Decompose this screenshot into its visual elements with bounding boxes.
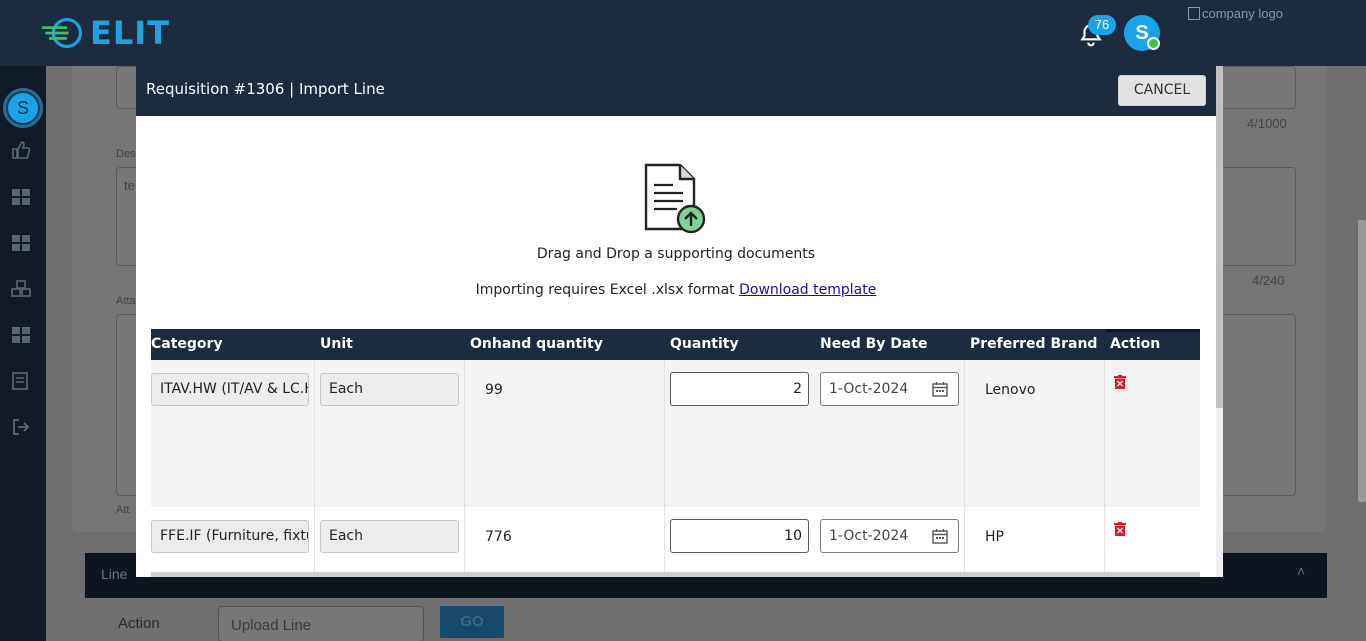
table-header: Category Unit Onhand quantity Quantity N… bbox=[151, 329, 1200, 360]
modal-header: Requisition #1306 | Import Line CANCEL bbox=[136, 66, 1216, 116]
action-select: Upload Line bbox=[218, 606, 424, 641]
preferred-brand: HP bbox=[985, 529, 1004, 545]
col-header-action: Action bbox=[1110, 336, 1161, 352]
sidebar-avatar[interactable]: S bbox=[3, 88, 43, 128]
column-divider bbox=[314, 360, 315, 507]
unit-field[interactable]: Each bbox=[320, 520, 459, 553]
brand-name: ELIT bbox=[90, 14, 170, 52]
import-line-modal: Requisition #1306 | Import Line CANCEL D… bbox=[136, 66, 1223, 577]
description-value: te bbox=[124, 178, 135, 193]
cancel-button[interactable]: CANCEL bbox=[1118, 75, 1206, 106]
table-horizontal-scrollbar[interactable] bbox=[151, 572, 1200, 577]
logout-icon[interactable] bbox=[11, 418, 31, 436]
column-divider bbox=[464, 507, 465, 577]
page-scrollbar bbox=[1358, 220, 1366, 502]
preferred-brand: Lenovo bbox=[985, 382, 1036, 398]
column-divider bbox=[314, 507, 315, 577]
download-template-link[interactable]: Download template bbox=[739, 282, 876, 298]
company-logo-alt: company logo bbox=[1202, 5, 1283, 21]
top-navbar: ELIT 76 S company logo bbox=[0, 0, 1366, 66]
unit-field[interactable]: Each bbox=[320, 373, 459, 406]
line-section-title: Line bbox=[101, 566, 128, 582]
broken-image-icon bbox=[1188, 6, 1200, 20]
chevron-up-icon: ˄ bbox=[1297, 563, 1306, 579]
column-divider bbox=[964, 507, 965, 577]
list-check-icon[interactable] bbox=[11, 372, 31, 390]
column-divider bbox=[664, 507, 665, 577]
sidebar-avatar-initial: S bbox=[8, 93, 38, 123]
grid-icon[interactable] bbox=[11, 326, 31, 344]
need-by-date-value: 1-Oct-2024 bbox=[829, 528, 909, 544]
import-lines-table: Category Unit Onhand quantity Quantity N… bbox=[151, 329, 1200, 577]
category-field[interactable]: ITAV.HW (IT/AV & LC.H bbox=[151, 373, 309, 406]
col-header-quantity: Quantity bbox=[670, 336, 739, 352]
col-header-unit: Unit bbox=[320, 336, 353, 352]
description-label: Des bbox=[116, 148, 136, 160]
online-status-icon bbox=[1147, 37, 1160, 50]
go-button: GO bbox=[440, 606, 504, 638]
onhand-quantity: 776 bbox=[485, 529, 512, 545]
thumbs-up-icon[interactable] bbox=[11, 141, 31, 159]
elit-logo-mark-icon bbox=[41, 17, 82, 49]
grid-icon[interactable] bbox=[11, 234, 31, 252]
char-counter: 4/1000 bbox=[1247, 116, 1287, 131]
action-label: Action bbox=[118, 615, 160, 632]
attachment-label: Atta bbox=[116, 295, 136, 307]
quantity-input[interactable]: 10 bbox=[670, 519, 809, 553]
import-requirement-text: Importing requires Excel .xlsx format bbox=[475, 282, 735, 298]
need-by-date-value: 1-Oct-2024 bbox=[829, 381, 909, 397]
document-upload-icon[interactable] bbox=[641, 163, 709, 235]
onhand-quantity: 99 bbox=[485, 382, 503, 398]
col-header-category: Category bbox=[151, 336, 223, 352]
calendar-icon[interactable] bbox=[932, 528, 948, 544]
elit-logo[interactable]: ELIT bbox=[40, 13, 170, 53]
need-by-date-input[interactable]: 1-Oct-2024 bbox=[820, 519, 959, 553]
col-header-preferred-brand: Preferred Brand bbox=[970, 336, 1098, 352]
notification-badge: 76 bbox=[1088, 15, 1116, 35]
category-field[interactable]: FFE.IF (Furniture, fixtur bbox=[151, 520, 309, 553]
table-row: ITAV.HW (IT/AV & LC.H Each 99 2 1-Oct-20… bbox=[151, 360, 1200, 507]
need-by-date-input[interactable]: 1-Oct-2024 bbox=[820, 372, 959, 406]
trash-icon[interactable] bbox=[1114, 375, 1126, 389]
col-header-need-by-date: Need By Date bbox=[820, 336, 928, 352]
column-divider bbox=[1104, 360, 1105, 507]
header-accent bbox=[1106, 329, 1200, 332]
cubes-icon[interactable] bbox=[11, 280, 31, 298]
column-divider bbox=[464, 360, 465, 507]
column-divider bbox=[664, 360, 665, 507]
table-row: FFE.IF (Furniture, fixtur Each 776 10 1-… bbox=[151, 507, 1200, 577]
drop-zone-text: Drag and Drop a supporting documents bbox=[536, 246, 816, 262]
column-divider bbox=[1104, 507, 1105, 577]
attachment-label: Att bbox=[116, 504, 130, 516]
quantity-input[interactable]: 2 bbox=[670, 372, 809, 406]
col-header-onhand: Onhand quantity bbox=[470, 336, 603, 352]
modal-title: Requisition #1306 | Import Line bbox=[146, 80, 385, 98]
column-divider bbox=[964, 360, 965, 507]
modal-scrollbar-thumb[interactable] bbox=[1216, 66, 1223, 408]
import-format-note: Importing requires Excel .xlsx format Do… bbox=[136, 282, 1216, 298]
grid-icon[interactable] bbox=[11, 188, 31, 206]
trash-icon[interactable] bbox=[1114, 522, 1126, 536]
company-logo: company logo bbox=[1188, 3, 1358, 23]
calendar-icon[interactable] bbox=[932, 381, 948, 397]
char-counter: 4/240 bbox=[1252, 273, 1285, 288]
